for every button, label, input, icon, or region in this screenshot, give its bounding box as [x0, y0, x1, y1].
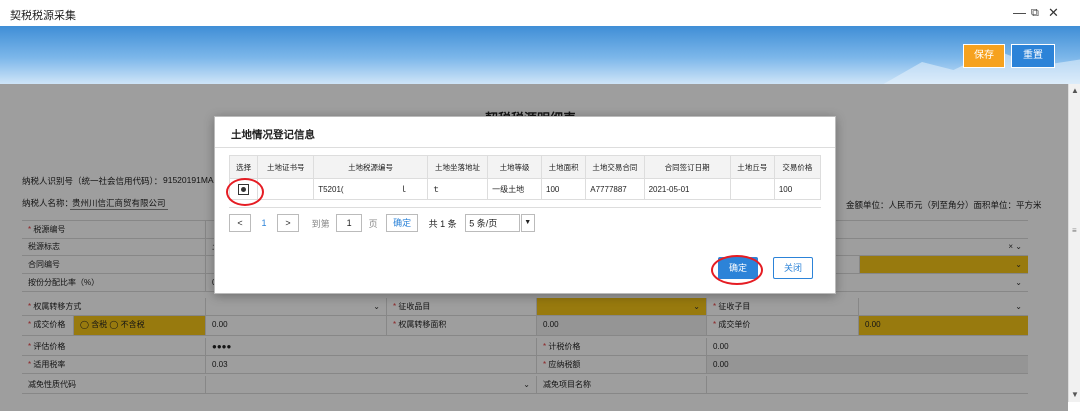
- source-no-mark: ｌ: [399, 184, 408, 194]
- total-count: 共 1 条: [428, 218, 457, 229]
- col-address: 土地坐落地址: [426, 155, 489, 179]
- land-info-dialog: 土地情况登记信息 选择 土地证书号 土地税源编号 土地坐落地址 土地等级 土地面…: [214, 116, 836, 294]
- table-header-row: 选择 土地证书号 土地税源编号 土地坐落地址 土地等级 土地面积 土地交易合同 …: [228, 155, 822, 179]
- restore-icon[interactable]: ⧉: [1031, 6, 1039, 20]
- land-table: 选择 土地证书号 土地税源编号 土地坐落地址 土地等级 土地面积 土地交易合同 …: [228, 155, 822, 200]
- cell-parcel: [729, 178, 775, 200]
- cell-cert-no: [257, 178, 315, 200]
- dialog-title: 土地情况登记信息: [231, 129, 315, 141]
- page-unit: 页: [368, 218, 378, 229]
- chevron-down-icon[interactable]: ▼: [520, 214, 535, 232]
- col-price: 交易价格: [773, 155, 822, 179]
- col-grade: 土地等级: [487, 155, 543, 179]
- title-bar: 契税税源采集 — ⧉ ✕: [0, 0, 1080, 26]
- highlight-ring-ok: [711, 255, 763, 285]
- page-input[interactable]: 1: [336, 214, 363, 232]
- highlight-ring-select: [226, 178, 264, 206]
- cell-price: 100: [773, 178, 822, 200]
- cell-contract: A7777887: [585, 178, 645, 200]
- header-banner: [0, 26, 1080, 84]
- col-contract: 土地交易合同: [585, 155, 645, 179]
- per-page-select[interactable]: 5 条/页: [465, 214, 521, 232]
- table-row[interactable]: T5201( ｌ ｔ 一级土地 100 A7777887 2021-05-01 1…: [228, 178, 822, 200]
- col-parcel: 土地丘号: [729, 155, 775, 179]
- window-title: 契税税源采集: [10, 10, 76, 22]
- col-area: 土地面积: [541, 155, 587, 179]
- per-page-value: 5 条/页: [469, 218, 498, 229]
- cell-address: ｔ: [426, 178, 489, 200]
- col-sign-date: 合同签订日期: [643, 155, 731, 179]
- col-select: 选择: [228, 155, 259, 179]
- cell-area: 100: [541, 178, 587, 200]
- cell-grade: 一级土地: [487, 178, 543, 200]
- scroll-up-icon[interactable]: ▲: [1071, 86, 1079, 95]
- source-no-text: T5201(: [318, 184, 344, 194]
- close-icon[interactable]: ✕: [1048, 6, 1059, 20]
- reset-button[interactable]: 重置: [1011, 44, 1055, 68]
- scroll-grip-icon[interactable]: ≡: [1072, 226, 1077, 235]
- goto-label: 到第: [311, 218, 330, 229]
- pagination: < 1 > 到第 1 页 确定 共 1 条 5 条/页 ▼: [229, 207, 821, 240]
- cell-sign-date: 2021-05-01: [643, 178, 731, 200]
- save-button[interactable]: 保存: [963, 44, 1005, 68]
- prev-page-button[interactable]: <: [229, 214, 251, 232]
- col-cert-no: 土地证书号: [257, 155, 315, 179]
- goto-confirm-button[interactable]: 确定: [386, 214, 419, 232]
- col-source-no: 土地税源编号: [313, 155, 428, 179]
- minimize-icon[interactable]: —: [1013, 6, 1026, 20]
- vertical-scrollbar[interactable]: ▲ ≡ ▼: [1068, 84, 1080, 402]
- cell-source-no: T5201( ｌ: [313, 178, 428, 200]
- dialog-divider: [215, 147, 835, 148]
- scroll-down-icon[interactable]: ▼: [1071, 390, 1079, 399]
- dialog-close-button[interactable]: 关闭: [773, 257, 813, 279]
- next-page-button[interactable]: >: [277, 214, 300, 232]
- current-page[interactable]: 1: [254, 218, 275, 228]
